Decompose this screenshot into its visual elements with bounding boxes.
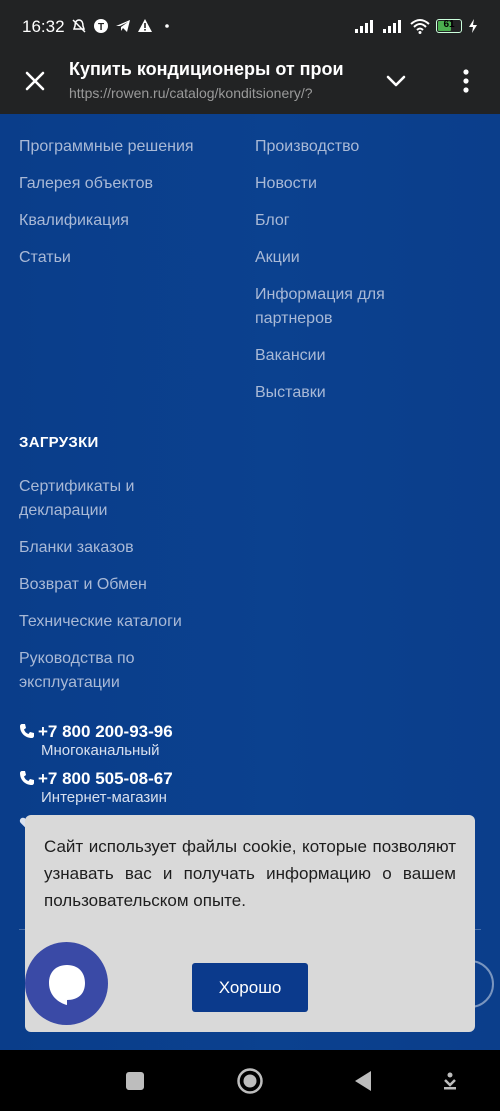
phone-icon — [20, 724, 34, 738]
phone-multichannel[interactable]: +7 800 200-93-96 — [19, 722, 173, 742]
download-link-certificates[interactable]: Сертификаты и декларации — [19, 475, 179, 523]
footer-link-articles[interactable]: Статьи — [19, 246, 71, 270]
footer-link-exhibitions[interactable]: Выставки — [255, 381, 326, 405]
footer-link-gallery[interactable]: Галерея объектов — [19, 172, 153, 196]
recents-icon[interactable] — [123, 1069, 147, 1093]
signal-icon — [355, 20, 373, 33]
t-icon: T — [94, 19, 108, 33]
phone-shop[interactable]: +7 800 505-08-67 — [19, 769, 173, 789]
phone-label: Многоканальный — [41, 742, 160, 759]
page-title[interactable]: Купить кондиционеры от прои — [69, 59, 362, 80]
footer-link-qualification[interactable]: Квалификация — [19, 209, 129, 233]
footer-link-news[interactable]: Новости — [255, 172, 317, 196]
close-icon[interactable] — [22, 68, 48, 94]
status-time: 16:32 — [22, 17, 65, 36]
chevron-down-icon[interactable] — [384, 69, 408, 93]
battery-level: 61 — [443, 19, 455, 30]
back-icon[interactable] — [351, 1069, 375, 1093]
cookie-message: Сайт использует файлы cookie, которые по… — [44, 837, 456, 910]
footer-link-production[interactable]: Производство — [255, 135, 359, 159]
wifi-icon — [410, 19, 430, 34]
chat-bubble-icon — [49, 965, 85, 1005]
chat-button[interactable] — [25, 942, 108, 1025]
nav-extra-icon[interactable] — [438, 1069, 462, 1093]
battery-icon: 61 — [436, 19, 462, 33]
status-icons-left: T — [71, 18, 175, 34]
phone-icon — [20, 771, 34, 785]
download-link-order-forms[interactable]: Бланки заказов — [19, 536, 134, 560]
charging-icon — [469, 19, 477, 33]
warning-icon — [138, 19, 152, 32]
footer-link-software[interactable]: Программные решения — [19, 135, 194, 159]
mute-icon — [72, 19, 86, 33]
download-link-manuals[interactable]: Руководства по эксплуатации — [19, 647, 179, 695]
footer-link-blog[interactable]: Блог — [255, 209, 290, 233]
downloads-heading: ЗАГРУЗКИ — [19, 434, 99, 451]
home-icon[interactable] — [236, 1067, 264, 1095]
footer-link-partners[interactable]: Информация для партнеров — [255, 283, 425, 331]
browser-toolbar: Купить кондиционеры от прои https://rowe… — [0, 56, 500, 114]
signal-icon — [383, 20, 401, 33]
more-menu-icon[interactable] — [454, 68, 478, 94]
dot-icon — [165, 24, 169, 28]
cookie-accept-button[interactable]: Хорошо — [192, 963, 308, 1012]
android-nav-bar — [0, 1050, 500, 1111]
phone-number[interactable]: +7 800 200-93-96 — [38, 722, 173, 741]
footer-link-vacancies[interactable]: Вакансии — [255, 344, 326, 368]
phone-label: Интернет-магазин — [41, 789, 167, 806]
telegram-icon — [116, 20, 130, 32]
download-link-returns[interactable]: Возврат и Обмен — [19, 573, 147, 597]
status-bar: 16:32 T 61 — [0, 0, 500, 56]
status-icons-right: 61 — [354, 18, 478, 34]
svg-text:T: T — [98, 22, 104, 33]
phone-number[interactable]: +7 800 505-08-67 — [38, 769, 173, 788]
footer-link-promotions[interactable]: Акции — [255, 246, 300, 270]
page-url[interactable]: https://rowen.ru/catalog/konditsionery/? — [69, 85, 362, 101]
download-link-catalogs[interactable]: Технические каталоги — [19, 610, 182, 634]
